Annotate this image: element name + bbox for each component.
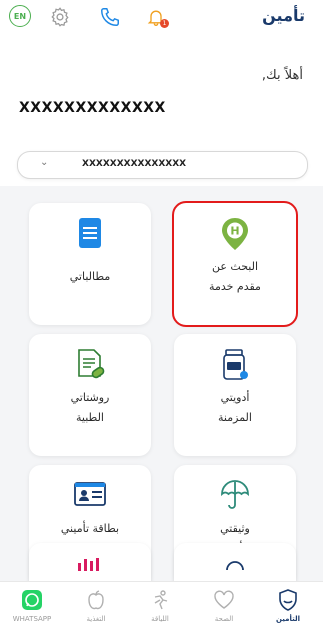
service-label: مطالباتي [69,270,111,283]
plan-selector-value: XXXXXXXXXXXXXXX [82,159,187,169]
service-prescriptions[interactable]: روشتاتي الطبية [29,334,151,456]
top-bar: EN 1 تأمين [0,0,323,36]
fitness-icon [128,588,192,612]
phone-icon[interactable] [98,5,122,29]
greeting-text: أهلاً بك, [261,68,303,83]
apple-icon [64,588,128,612]
chevron-down-icon: ⌄ [40,157,49,168]
user-name: XXXXXXXXXXXXX [19,100,166,116]
hospital-pin-icon: H [174,217,296,250]
service-label-line1: وثيقتي [220,522,250,535]
pill-bottle-icon [174,348,296,380]
services-grid: مطالباتي H البحث عن مقدم خدمة روشتاتي ال… [0,186,323,581]
service-label-line1: روشتاتي [70,391,110,404]
nav-label: WHATSAPP [12,615,52,623]
prescription-icon [29,348,151,380]
whatsapp-icon [0,588,64,612]
service-card-partial[interactable] [29,543,151,581]
refresh-icon [174,557,296,581]
service-label-line2: المزمنة [218,411,252,424]
heart-icon [192,588,256,612]
notification-badge: 1 [160,19,169,28]
chart-icon [29,557,151,581]
nav-label: التأمين [275,615,300,623]
service-label-line1: البحث عن [211,260,259,273]
nav-label: التغذية [86,615,106,623]
nav-label: اللياقة [151,615,169,623]
nav-fitness[interactable]: اللياقة [128,588,192,623]
nav-insurance[interactable]: التأمين [256,588,320,623]
shield-icon [256,588,320,612]
bell-icon[interactable]: 1 [144,5,169,29]
bottom-nav: WHATSAPP التغذية اللياقة الصحة التأمين [0,581,323,635]
service-label-line2: مقدم خدمة [209,280,261,293]
plan-selector[interactable]: ⌄ XXXXXXXXXXXXXXX [17,151,308,179]
gear-icon[interactable] [48,5,72,29]
nav-label: الصحة [214,615,234,623]
nav-whatsapp[interactable]: WHATSAPP [0,588,64,623]
service-label-line1: أدويتي [220,391,250,404]
service-label-line2: الطبية [76,411,104,424]
nav-health[interactable]: الصحة [192,588,256,623]
service-claims[interactable]: مطالباتي [29,203,151,325]
service-label-line1: بطاقة تأميني [60,522,120,535]
svg-text:H: H [230,225,239,238]
language-icon[interactable]: EN [9,5,31,27]
document-icon [29,217,151,249]
app-brand: تأمين [262,6,305,25]
service-chronic-meds[interactable]: أدويتي المزمنة [174,334,296,456]
umbrella-icon [174,479,296,511]
nav-nutrition[interactable]: التغذية [64,588,128,623]
service-card-partial[interactable] [174,543,296,581]
id-card-icon [29,479,151,511]
service-provider-search[interactable]: H البحث عن مقدم خدمة [172,201,298,327]
